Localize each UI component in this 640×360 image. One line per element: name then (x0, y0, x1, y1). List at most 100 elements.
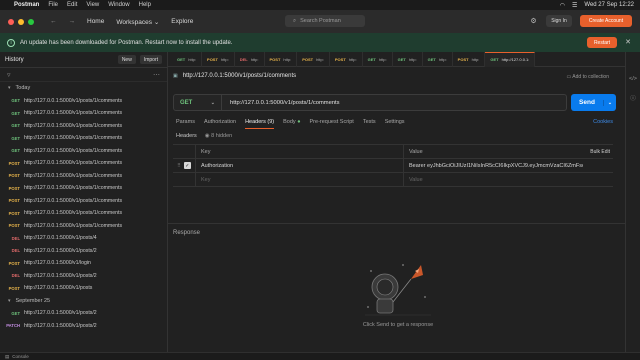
restart-button[interactable]: Restart (587, 37, 617, 48)
list-item[interactable]: POST http://127.0.0.1:5000/v1/login (0, 257, 167, 270)
method-badge: GET (11, 123, 20, 129)
tab-settings[interactable]: Settings (385, 119, 405, 129)
tab-authorization[interactable]: Authorization (204, 119, 236, 129)
method-badge: GET (490, 57, 499, 62)
new-key-input[interactable]: Key (195, 173, 403, 186)
pane-divider[interactable] (168, 223, 625, 224)
menu-file[interactable]: File (48, 2, 58, 8)
request-tab[interactable]: GET http: (363, 51, 393, 67)
info-icon: i (7, 38, 15, 47)
settings-gear-icon[interactable]: ⚙ (529, 17, 538, 26)
request-tab[interactable]: GET http: (172, 51, 203, 67)
history-url: http://127.0.0.1:5000/v1/posts/1/comment… (24, 172, 123, 179)
list-item[interactable]: POST http://127.0.0.1:5000/v1/posts/1/com… (0, 182, 167, 195)
method-badge: PATCH (6, 323, 20, 329)
history-url: http://127.0.0.1:5000/v1/posts (24, 285, 93, 292)
menu-window[interactable]: Window (108, 2, 129, 8)
tab-body[interactable]: Body ● (283, 119, 300, 129)
request-tab[interactable]: POST http: (453, 51, 486, 67)
sidebar-title: History (5, 56, 24, 63)
new-button[interactable]: New (117, 55, 136, 64)
list-item[interactable]: GET http://127.0.0.1:5000/v1/posts/1/comm… (0, 120, 167, 133)
tab-params[interactable]: Params (176, 119, 195, 129)
list-item[interactable]: GET http://127.0.0.1:5000/v1/posts/1/comm… (0, 95, 167, 108)
minimize-window-icon[interactable] (18, 18, 24, 25)
nav-explore[interactable]: Explore (171, 18, 193, 25)
create-account-button[interactable]: Create Account (580, 15, 632, 27)
filter-icon[interactable]: ▿ (7, 71, 11, 79)
import-button[interactable]: Import (139, 55, 162, 64)
drag-handle-icon[interactable]: ⠿ (177, 163, 181, 169)
add-to-collection-button[interactable]: ▭ Add to collection (566, 74, 609, 80)
header-enabled-checkbox[interactable]: ✓ (183, 162, 191, 169)
menu-edit[interactable]: Edit (67, 2, 77, 8)
list-item[interactable]: POST http://127.0.0.1:5000/v1/posts/1/com… (0, 195, 167, 208)
header-value-input[interactable]: Bearer eyJhbGciOiJIUzI1NiIsInR5cCI6IkpXV… (403, 159, 583, 172)
request-tab[interactable]: POST http: (297, 51, 330, 67)
history-url: http://127.0.0.1:5000/v1/posts/2 (24, 247, 97, 254)
request-tab[interactable]: POST http: (202, 51, 235, 67)
list-item[interactable]: DEL http://127.0.0.1:5000/v1/posts/4 (0, 232, 167, 245)
cookies-link[interactable]: Cookies (593, 119, 613, 125)
console-button[interactable]: Console (12, 354, 29, 359)
list-item[interactable]: POST http://127.0.0.1:5000/v1/posts (0, 282, 167, 295)
new-value-input[interactable]: Value (403, 173, 583, 186)
header-key-input[interactable]: Authorization (195, 159, 403, 172)
close-icon[interactable]: ✕ (625, 38, 631, 46)
send-dropdown-chevron-icon[interactable]: ⌄ (603, 99, 616, 106)
request-tab[interactable]: DEL http: (235, 51, 265, 67)
method-badge: POST (457, 56, 469, 62)
zoom-window-icon[interactable] (28, 18, 34, 25)
nav-workspaces[interactable]: Workspaces ⌄ (116, 18, 159, 26)
menu-help[interactable]: Help (139, 2, 151, 8)
list-item[interactable]: GET http://127.0.0.1:5000/v1/posts/1/comm… (0, 107, 167, 120)
send-button[interactable]: Send ⌄ (571, 94, 616, 111)
tab-tests[interactable]: Tests (363, 119, 376, 129)
nav-home[interactable]: Home (87, 18, 104, 25)
url-input[interactable]: http://127.0.0.1:5000/v1/posts/1/comment… (222, 100, 340, 106)
list-item[interactable]: PATCH http://127.0.0.1:5000/v1/posts/2 (0, 320, 167, 333)
tab-headers[interactable]: Headers (9) (245, 119, 275, 129)
tab-pre-request-script[interactable]: Pre-request Script (310, 119, 354, 129)
forward-arrow-icon[interactable]: → (69, 18, 76, 25)
info-icon[interactable]: ⓘ (626, 94, 640, 102)
code-icon[interactable]: </> (626, 76, 640, 82)
list-item[interactable]: POST http://127.0.0.1:5000/v1/posts/1/com… (0, 220, 167, 233)
menu-view[interactable]: View (86, 2, 99, 8)
history-url: http://127.0.0.1:5000/v1/posts/2 (24, 310, 97, 317)
method-select[interactable]: GET ⌄ (174, 95, 222, 110)
request-tab[interactable]: POST http: (330, 51, 363, 67)
bulk-edit-link[interactable]: Bulk Edit (583, 149, 613, 155)
control-center-icon[interactable]: ☰ (572, 2, 577, 9)
list-item[interactable]: POST http://127.0.0.1:5000/v1/posts/1/com… (0, 170, 167, 183)
history-group[interactable]: ▾ September 25 (0, 295, 167, 308)
right-context-bar: </> ⓘ (625, 52, 640, 352)
history-group[interactable]: ▾ Today (0, 82, 167, 95)
list-item[interactable]: DEL http://127.0.0.1:5000/v1/posts/2 (0, 245, 167, 258)
headers-label: Headers (176, 133, 197, 139)
global-search[interactable]: ⌕ Search Postman (285, 15, 365, 27)
more-options-icon[interactable]: ⋯ (153, 71, 160, 79)
close-window-icon[interactable] (8, 18, 14, 25)
update-message: An update has been downloaded for Postma… (20, 39, 233, 46)
request-tab[interactable]: GET http: (423, 51, 453, 67)
method-badge: POST (8, 160, 20, 166)
hidden-headers-toggle[interactable]: ◉ 8 hidden (205, 133, 232, 139)
sign-in-button[interactable]: Sign In (546, 15, 572, 27)
list-item[interactable]: GET http://127.0.0.1:5000/v1/posts/2 (0, 307, 167, 320)
list-item[interactable]: POST http://127.0.0.1:5000/v1/posts/1/com… (0, 207, 167, 220)
back-arrow-icon[interactable]: ← (50, 18, 57, 25)
macos-menubar: Postman File Edit View Window Help ◠ ☰ W… (0, 0, 640, 10)
list-item[interactable]: GET http://127.0.0.1:5000/v1/posts/1/comm… (0, 132, 167, 145)
list-item[interactable]: POST http://127.0.0.1:5000/v1/posts/1/com… (0, 157, 167, 170)
history-url: http://127.0.0.1:5000/v1/login (24, 260, 91, 267)
request-tab[interactable]: GET http://127.0.0.1: (485, 51, 536, 67)
list-item[interactable]: DEL http://127.0.0.1:5000/v1/posts/2 (0, 270, 167, 283)
request-tab[interactable]: POST http: (265, 51, 298, 67)
clock[interactable]: Wed 27 Sep 12:22 (584, 2, 634, 8)
menu-app-name[interactable]: Postman (14, 2, 39, 8)
wifi-icon[interactable]: ◠ (560, 2, 565, 9)
request-tab[interactable]: GET http: (393, 51, 423, 67)
list-item[interactable]: GET http://127.0.0.1:5000/v1/posts/1/comm… (0, 145, 167, 158)
col-key: Key (195, 145, 403, 158)
